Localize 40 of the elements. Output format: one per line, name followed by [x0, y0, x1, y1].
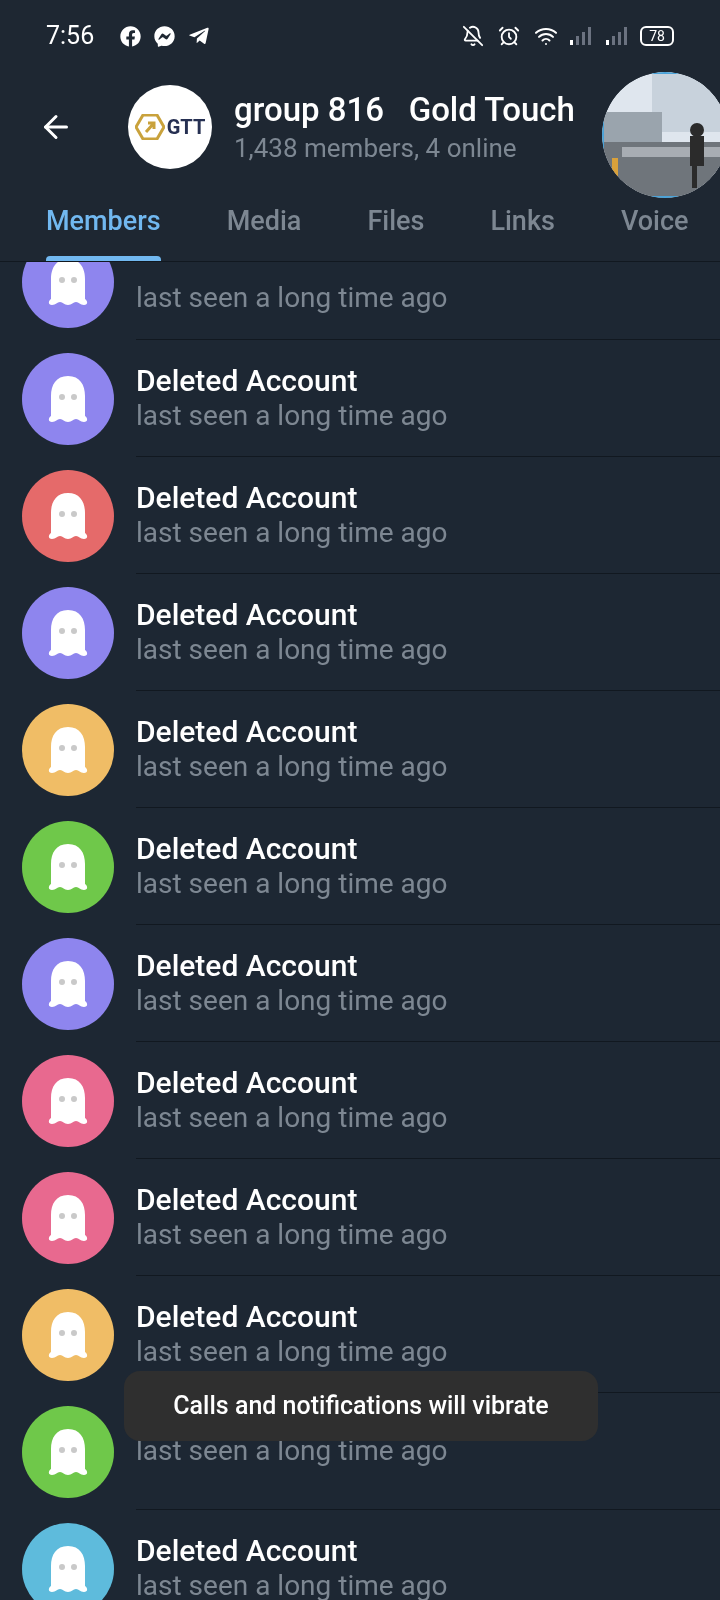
- member-status: last seen a long time ago: [136, 750, 449, 784]
- facebook-icon: [120, 25, 142, 47]
- member-name: Deleted Account: [136, 597, 359, 633]
- signal-icon: [606, 27, 628, 45]
- member-name: Deleted Account: [136, 1182, 359, 1218]
- tab[interactable]: Links: [490, 182, 555, 261]
- group-title: group 816 Gold Touch: [234, 89, 575, 131]
- tab[interactable]: Members: [46, 182, 161, 261]
- member-name: Deleted Account: [136, 1299, 359, 1335]
- messenger-icon: [154, 25, 176, 47]
- signal-icon: [570, 27, 592, 45]
- battery-icon: 78: [640, 26, 674, 46]
- member-status: last seen a long time ago: [136, 399, 449, 433]
- member-status: last seen a long time ago: [136, 1218, 449, 1252]
- alarm-icon: [498, 25, 520, 47]
- member-name: Deleted Account: [136, 1065, 359, 1101]
- member-name: Deleted Account: [136, 1533, 359, 1569]
- member-status: last seen a long time ago: [136, 867, 449, 901]
- member-status: last seen a long time ago: [136, 1101, 449, 1135]
- member-status: last seen a long time ago: [136, 281, 449, 315]
- member-status: last seen a long time ago: [136, 633, 449, 667]
- mute-icon: [462, 25, 484, 47]
- tab[interactable]: Media: [226, 182, 302, 261]
- member-name: Deleted Account: [136, 714, 359, 750]
- toast: Calls and notifications will vibrate: [124, 1371, 598, 1441]
- member-name: Deleted Account: [136, 948, 359, 984]
- hexagon-logo-icon: [134, 114, 165, 140]
- logo-text: GTT: [166, 114, 206, 141]
- telegram-icon: [188, 25, 211, 47]
- tab[interactable]: Files: [367, 182, 425, 261]
- member-status: last seen a long time ago: [136, 984, 449, 1018]
- member-name: Deleted Account: [136, 831, 359, 867]
- status-time: 7:56: [46, 20, 95, 53]
- group-subtitle: 1,438 members, 4 online: [234, 132, 518, 165]
- member-status: last seen a long time ago: [136, 1569, 449, 1600]
- member-status: last seen a long time ago: [136, 1335, 449, 1369]
- member-status: last seen a long time ago: [136, 516, 449, 550]
- tab[interactable]: Voice: [620, 182, 689, 261]
- member-name: Deleted Account: [136, 480, 359, 516]
- member-name: Deleted Account: [136, 363, 359, 399]
